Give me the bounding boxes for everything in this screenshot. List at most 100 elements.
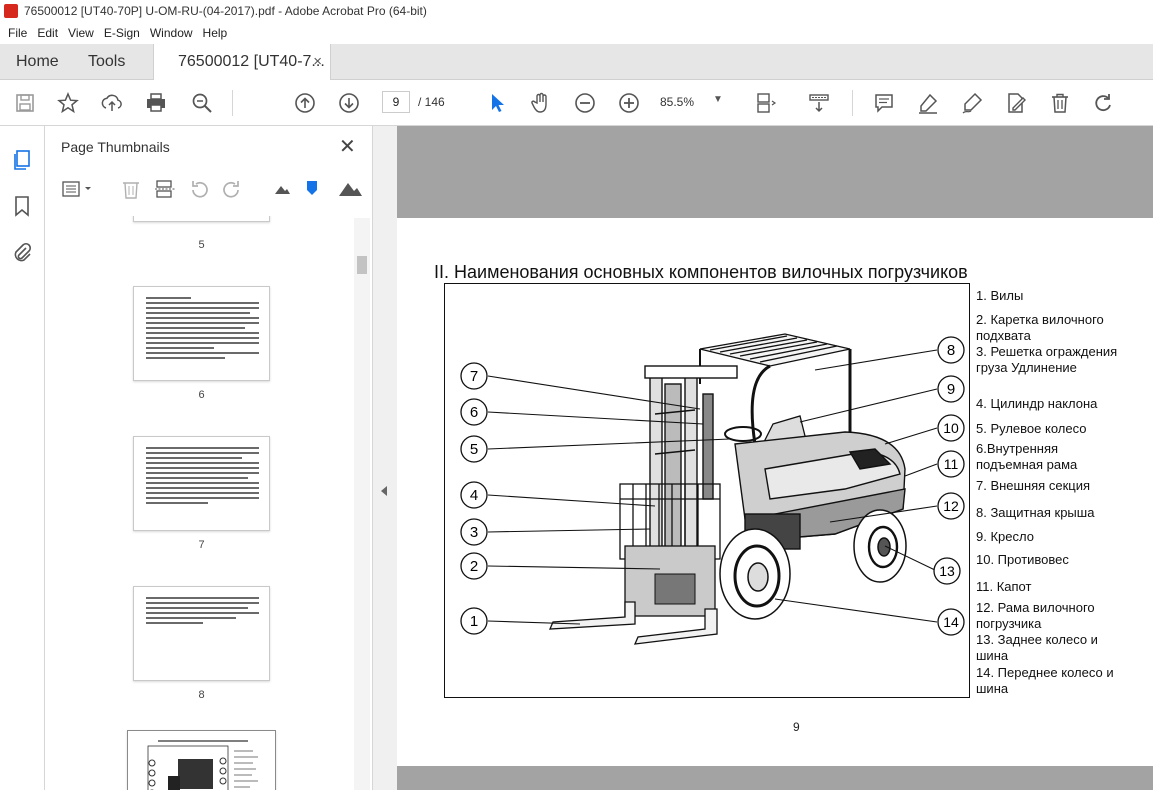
bookmark-star-icon[interactable] bbox=[55, 90, 81, 116]
callout-label-2: 2 bbox=[470, 558, 478, 575]
rotate-icon[interactable] bbox=[1091, 90, 1117, 116]
tab-tools[interactable]: Tools bbox=[88, 44, 125, 80]
tab-close-icon[interactable]: × bbox=[313, 53, 322, 70]
callout-label-13: 13 bbox=[939, 563, 955, 579]
edit-pdf-icon[interactable] bbox=[1003, 90, 1029, 116]
collapse-panel-icon[interactable] bbox=[381, 486, 387, 496]
panel-close-icon[interactable]: ✕ bbox=[339, 134, 356, 159]
thumbnail-page-9-selected[interactable] bbox=[127, 730, 276, 790]
attachments-icon[interactable] bbox=[10, 240, 34, 264]
title-bar: 76500012 [UT40-70P] U-OM-RU-(04-2017).pd… bbox=[0, 0, 1153, 22]
legend-item-13: 13. Заднее колесо и шина bbox=[976, 632, 1098, 663]
callout-5: 5 bbox=[460, 435, 488, 463]
forklift-diagram: 1 2 3 4 5 6 7 8 9 10 11 12 13 14 bbox=[444, 283, 970, 698]
callout-label-11: 11 bbox=[944, 456, 959, 472]
callout-label-3: 3 bbox=[470, 524, 478, 541]
highlight-icon[interactable] bbox=[915, 90, 941, 116]
zoom-level[interactable]: 85.5% bbox=[660, 95, 694, 109]
acrobat-app-icon bbox=[4, 4, 18, 18]
save-icon[interactable] bbox=[12, 90, 38, 116]
thumbnail-scrollbar[interactable] bbox=[354, 218, 370, 790]
callout-14: 14 bbox=[937, 608, 965, 636]
callout-layer: 1 2 3 4 5 6 7 8 9 10 11 12 13 14 bbox=[460, 336, 965, 636]
zoom-dropdown-icon[interactable]: ▼ bbox=[713, 94, 723, 105]
page-number-input[interactable]: 9 bbox=[382, 91, 410, 113]
bookmarks-icon[interactable] bbox=[10, 194, 34, 218]
thumbnail-page-5[interactable] bbox=[133, 216, 270, 222]
legend-item-11: 11. Капот bbox=[976, 579, 1032, 594]
callout-label-10: 10 bbox=[943, 420, 959, 436]
tab-bar: Home Tools 76500012 [UT40-7... × bbox=[0, 44, 1153, 80]
legend-item-9: 9. Кресло bbox=[976, 529, 1034, 544]
thumbnail-label: 5 bbox=[198, 239, 205, 251]
select-cursor-icon[interactable] bbox=[484, 90, 510, 116]
thumbnail-larger-icon[interactable] bbox=[337, 178, 363, 200]
prev-page-icon[interactable] bbox=[292, 90, 318, 116]
legend-item-12: 12. Рама вилочного погрузчика bbox=[976, 600, 1095, 631]
delete-pages-icon[interactable] bbox=[120, 178, 142, 200]
menu-view[interactable]: View bbox=[64, 26, 98, 40]
callout-label-14: 14 bbox=[943, 614, 959, 630]
menu-bar: File Edit View E-Sign Window Help bbox=[0, 22, 1153, 44]
thumbnail-page-8[interactable] bbox=[133, 586, 270, 681]
callout-10: 10 bbox=[937, 414, 965, 442]
callout-7: 7 bbox=[460, 362, 488, 390]
next-page-icon[interactable] bbox=[336, 90, 362, 116]
thumbnail-page-6[interactable] bbox=[133, 286, 270, 381]
menu-help[interactable]: Help bbox=[199, 26, 232, 40]
legend-item-8: 8. Защитная крыша bbox=[976, 505, 1095, 520]
page-fit-icon[interactable] bbox=[752, 90, 778, 116]
callout-label-7: 7 bbox=[470, 368, 478, 385]
callout-11: 11 bbox=[937, 450, 965, 478]
find-icon[interactable] bbox=[189, 90, 215, 116]
legend-item-3: 3. Решетка ограждения груза Удлинение bbox=[976, 344, 1118, 375]
menu-esign[interactable]: E-Sign bbox=[100, 26, 144, 40]
page-thumbnails-icon[interactable] bbox=[10, 148, 34, 172]
main-toolbar: 9 / 146 85.5% ▼ bbox=[0, 80, 1153, 126]
callout-label-8: 8 bbox=[947, 342, 955, 359]
legend-item-2: 2. Каретка вилочного подхвата bbox=[976, 312, 1104, 343]
legend-item-6: 6.Внутренняя подъемная рама bbox=[976, 441, 1078, 472]
thumbnail-size-slider[interactable] bbox=[304, 178, 320, 200]
thumbnail-smaller-icon[interactable] bbox=[271, 178, 293, 200]
callout-2: 2 bbox=[460, 552, 488, 580]
legend-item-4: 4. Цилиндр наклона bbox=[976, 396, 1098, 411]
sign-icon[interactable] bbox=[959, 90, 985, 116]
tab-document[interactable]: 76500012 [UT40-7... × bbox=[153, 44, 331, 80]
page-total-label: / 146 bbox=[418, 95, 445, 109]
window-title: 76500012 [UT40-70P] U-OM-RU-(04-2017).pd… bbox=[24, 4, 427, 18]
callout-label-1: 1 bbox=[470, 613, 478, 630]
zoom-in-icon[interactable] bbox=[616, 90, 642, 116]
upload-icon[interactable] bbox=[99, 90, 125, 116]
document-viewport[interactable]: II. Наименования основных компонентов ви… bbox=[397, 126, 1153, 790]
thumbnail-label: 8 bbox=[198, 689, 205, 701]
hand-icon[interactable] bbox=[528, 90, 554, 116]
callout-13: 13 bbox=[933, 557, 961, 585]
options-menu-icon[interactable] bbox=[61, 178, 95, 200]
callout-label-6: 6 bbox=[470, 404, 478, 421]
menu-file[interactable]: File bbox=[4, 26, 31, 40]
menu-window[interactable]: Window bbox=[146, 26, 197, 40]
callout-label-4: 4 bbox=[470, 487, 478, 504]
thumbnail-page-7[interactable] bbox=[133, 436, 270, 531]
document-heading: II. Наименования основных компонентов ви… bbox=[434, 262, 968, 282]
menu-edit[interactable]: Edit bbox=[33, 26, 62, 40]
scrollbar-thumb[interactable] bbox=[357, 256, 367, 274]
delete-icon[interactable] bbox=[1047, 90, 1073, 116]
rotate-right-icon[interactable] bbox=[221, 178, 243, 200]
callout-6: 6 bbox=[460, 398, 488, 426]
panel-title: Page Thumbnails bbox=[61, 139, 170, 155]
thumbnail-label: 7 bbox=[198, 539, 205, 551]
extract-pages-icon[interactable] bbox=[154, 178, 176, 200]
tab-home[interactable]: Home bbox=[16, 44, 59, 80]
callout-8: 8 bbox=[937, 336, 965, 364]
legend-item-7: 7. Внешняя секция bbox=[976, 478, 1090, 493]
print-icon[interactable] bbox=[143, 90, 169, 116]
scroll-mode-icon[interactable] bbox=[806, 90, 832, 116]
panel-splitter[interactable] bbox=[372, 126, 397, 790]
tab-document-label: 76500012 [UT40-7... bbox=[178, 53, 325, 70]
rotate-left-icon[interactable] bbox=[188, 178, 210, 200]
thumbnail-text-lines bbox=[146, 447, 259, 507]
zoom-out-icon[interactable] bbox=[572, 90, 598, 116]
comment-icon[interactable] bbox=[871, 90, 897, 116]
